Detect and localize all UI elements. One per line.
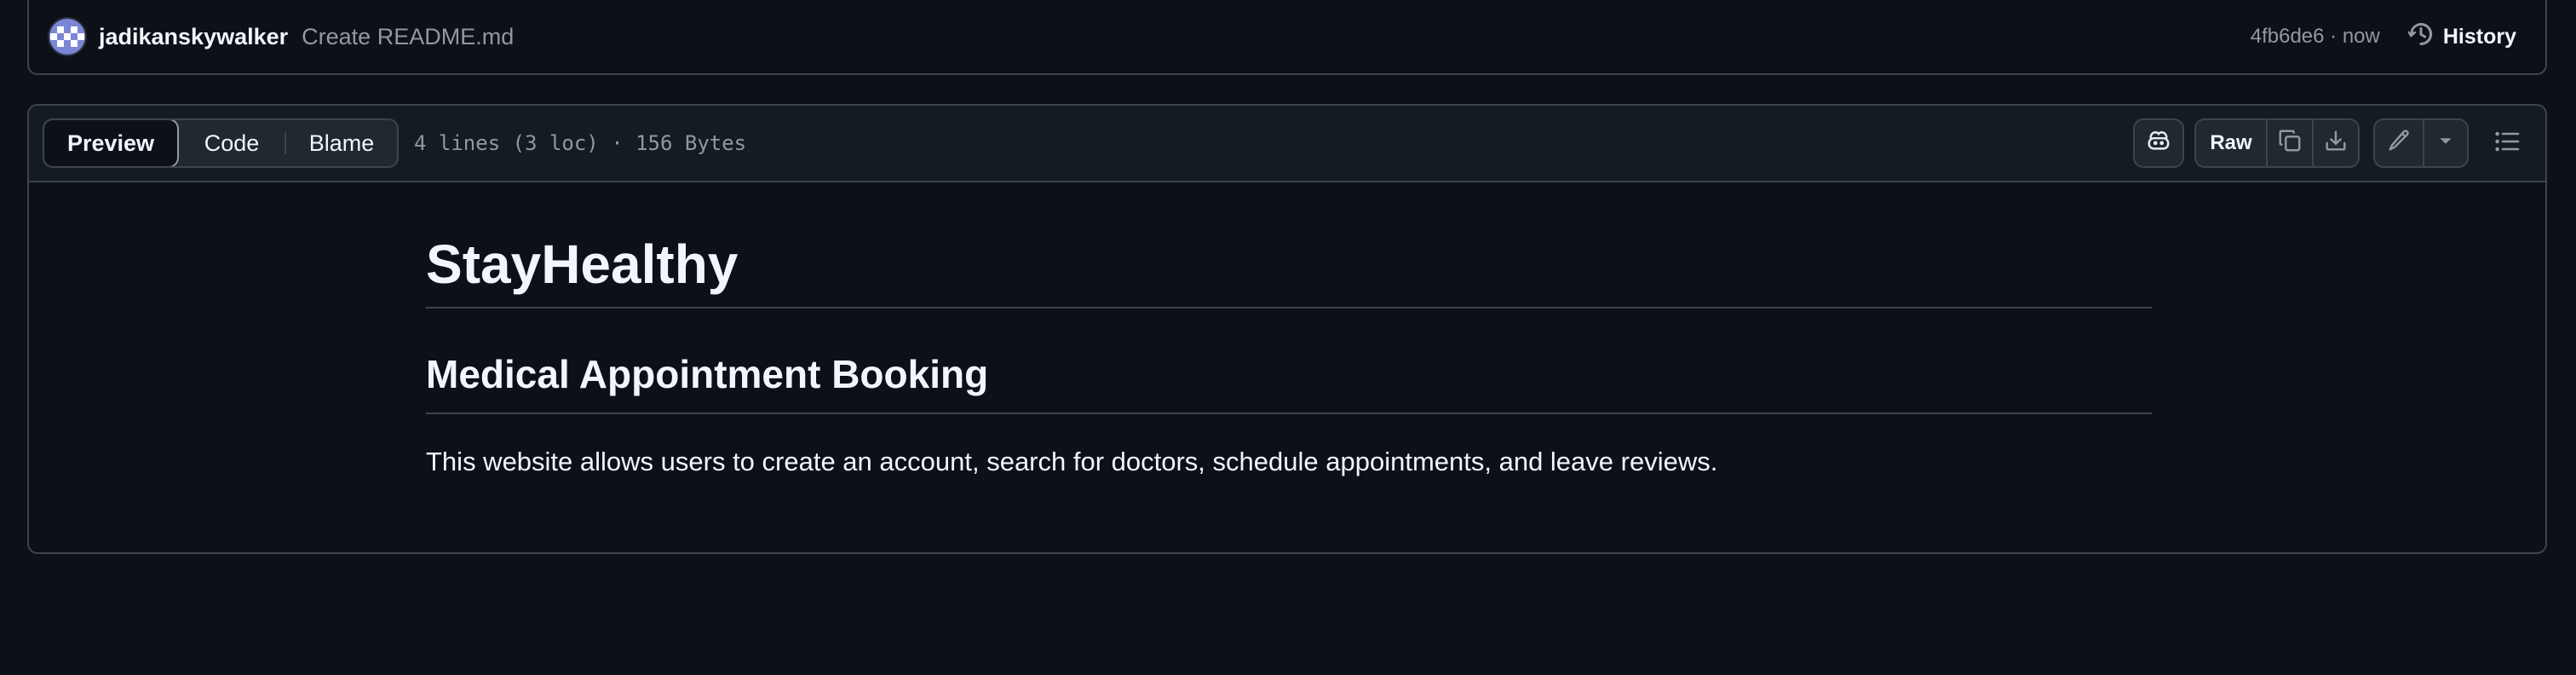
triangle-down-icon (2433, 128, 2458, 159)
raw-copy-download-group: Raw (2194, 118, 2360, 168)
outline-button[interactable] (2482, 118, 2532, 168)
history-button[interactable]: History (2407, 20, 2516, 54)
readme-content: StayHealthy Medical Appointment Booking … (426, 182, 2152, 479)
copilot-button[interactable] (2135, 120, 2182, 166)
download-raw-button[interactable] (2312, 120, 2358, 166)
file-info: 4 lines (3 loc) · 156 Bytes (414, 131, 747, 155)
history-label: History (2442, 24, 2516, 49)
commit-author-link[interactable]: jadikanskywalker (99, 24, 288, 50)
raw-button[interactable]: Raw (2196, 120, 2266, 166)
tab-preview[interactable]: Preview (44, 120, 179, 166)
tab-blame[interactable]: Blame (286, 120, 397, 166)
edit-file-button[interactable] (2375, 120, 2423, 166)
avatar[interactable] (49, 19, 85, 55)
copilot-button-group (2133, 118, 2184, 168)
history-icon (2407, 20, 2435, 54)
readme-title: StayHealthy (426, 182, 2152, 309)
list-unordered-icon (2493, 128, 2521, 159)
tab-code[interactable]: Code (179, 120, 285, 166)
readme-subtitle: Medical Appointment Booking (426, 309, 2152, 414)
file-header: Preview Code Blame 4 lines (3 loc) · 156… (29, 106, 2545, 182)
copilot-icon (2146, 128, 2171, 159)
commit-message-link[interactable]: Create README.md (302, 24, 514, 50)
commit-sha-time[interactable]: 4fb6de6 · now (2251, 25, 2380, 49)
readme-paragraph: This website allows users to create an a… (426, 447, 1718, 476)
download-icon (2323, 128, 2349, 159)
pencil-icon (2386, 128, 2412, 159)
file-viewer: Preview Code Blame 4 lines (3 loc) · 156… (27, 104, 2547, 554)
edit-menu-button[interactable] (2423, 120, 2467, 166)
edit-button-group (2373, 118, 2469, 168)
view-mode-segmented-control: Preview Code Blame (43, 118, 399, 168)
copy-icon (2277, 128, 2303, 159)
copy-raw-button[interactable] (2266, 120, 2312, 166)
latest-commit-bar: jadikanskywalker Create README.md 4fb6de… (27, 0, 2547, 75)
